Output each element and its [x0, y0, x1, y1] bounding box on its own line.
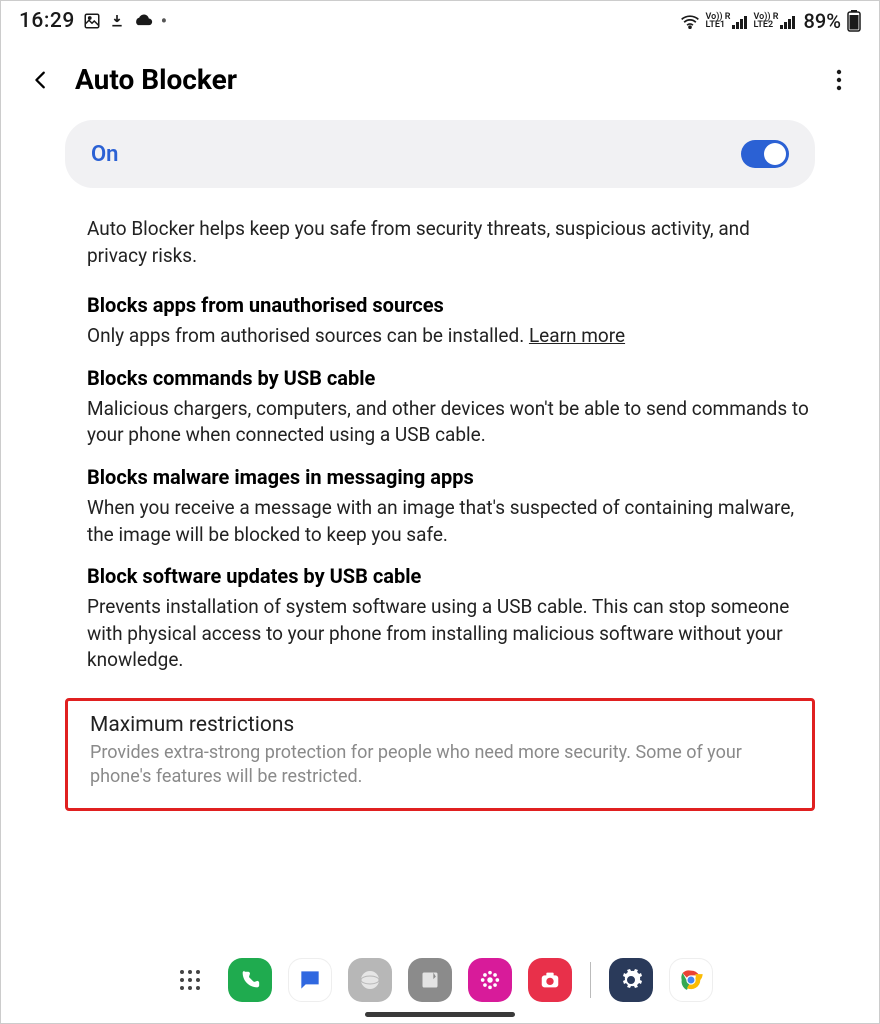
section-title: Block software updates by USB cable [87, 564, 811, 588]
learn-more-link[interactable]: Learn more [529, 324, 625, 347]
content-area: On Auto Blocker helps keep you safe from… [1, 106, 879, 946]
gallery-icon [83, 12, 101, 30]
section-malware-images: Blocks malware images in messaging apps … [21, 449, 859, 548]
settings-app-icon[interactable] [609, 958, 653, 1002]
master-toggle-row[interactable]: On [65, 120, 815, 188]
section-title: Blocks commands by USB cable [87, 366, 811, 390]
section-body: Prevents installation of system software… [87, 594, 811, 674]
wifi-icon [680, 13, 700, 29]
section-title: Blocks malware images in messaging apps [87, 465, 811, 489]
clock: 16:29 [19, 9, 75, 33]
notes-app-icon[interactable] [408, 958, 452, 1002]
camera-app-icon[interactable] [528, 958, 572, 1002]
messages-app-icon[interactable] [288, 958, 332, 1002]
gesture-bar[interactable] [365, 1012, 515, 1017]
download-icon [109, 13, 125, 29]
sim1-indicator: Vo)) RLTE1 [706, 13, 748, 29]
toggle-label: On [91, 142, 118, 167]
status-bar: 16:29 • Vo)) RLTE1 Vo)) RLTE2 89% [1, 1, 879, 37]
status-right: Vo)) RLTE1 Vo)) RLTE2 89% [680, 9, 862, 33]
more-button[interactable] [823, 64, 855, 96]
cloud-icon [133, 13, 153, 29]
maximum-restrictions-item[interactable]: Maximum restrictions Provides extra-stro… [65, 698, 815, 811]
section-title: Blocks apps from unauthorised sources [87, 293, 811, 317]
status-left: 16:29 • [19, 9, 167, 33]
battery-percent: 89% [804, 9, 841, 33]
apps-drawer-button[interactable] [168, 958, 212, 1002]
section-body: When you receive a message with an image… [87, 495, 811, 548]
back-button[interactable] [25, 64, 57, 96]
phone-app-icon[interactable] [228, 958, 272, 1002]
dock-separator [590, 962, 591, 998]
browser-app-icon[interactable] [348, 958, 392, 1002]
section-body: Malicious chargers, computers, and other… [87, 396, 811, 449]
chrome-app-icon[interactable] [669, 958, 713, 1002]
gallery-app-icon[interactable] [468, 958, 512, 1002]
max-restrictions-title: Maximum restrictions [90, 713, 790, 737]
sim2-indicator: Vo)) RLTE2 [754, 13, 796, 29]
intro-text: Auto Blocker helps keep you safe from se… [21, 200, 859, 277]
section-usb-updates: Block software updates by USB cable Prev… [21, 548, 859, 674]
section-body: Only apps from authorised sources can be… [87, 323, 811, 350]
dock [1, 946, 879, 1008]
page-title: Auto Blocker [75, 63, 805, 96]
dot-icon: • [161, 11, 167, 32]
toggle-switch[interactable] [741, 140, 789, 168]
section-usb-commands: Blocks commands by USB cable Malicious c… [21, 350, 859, 449]
page-header: Auto Blocker [1, 37, 879, 106]
section-unauthorised-apps: Blocks apps from unauthorised sources On… [21, 277, 859, 350]
max-restrictions-body: Provides extra-strong protection for peo… [90, 741, 790, 790]
battery-icon [847, 10, 861, 32]
